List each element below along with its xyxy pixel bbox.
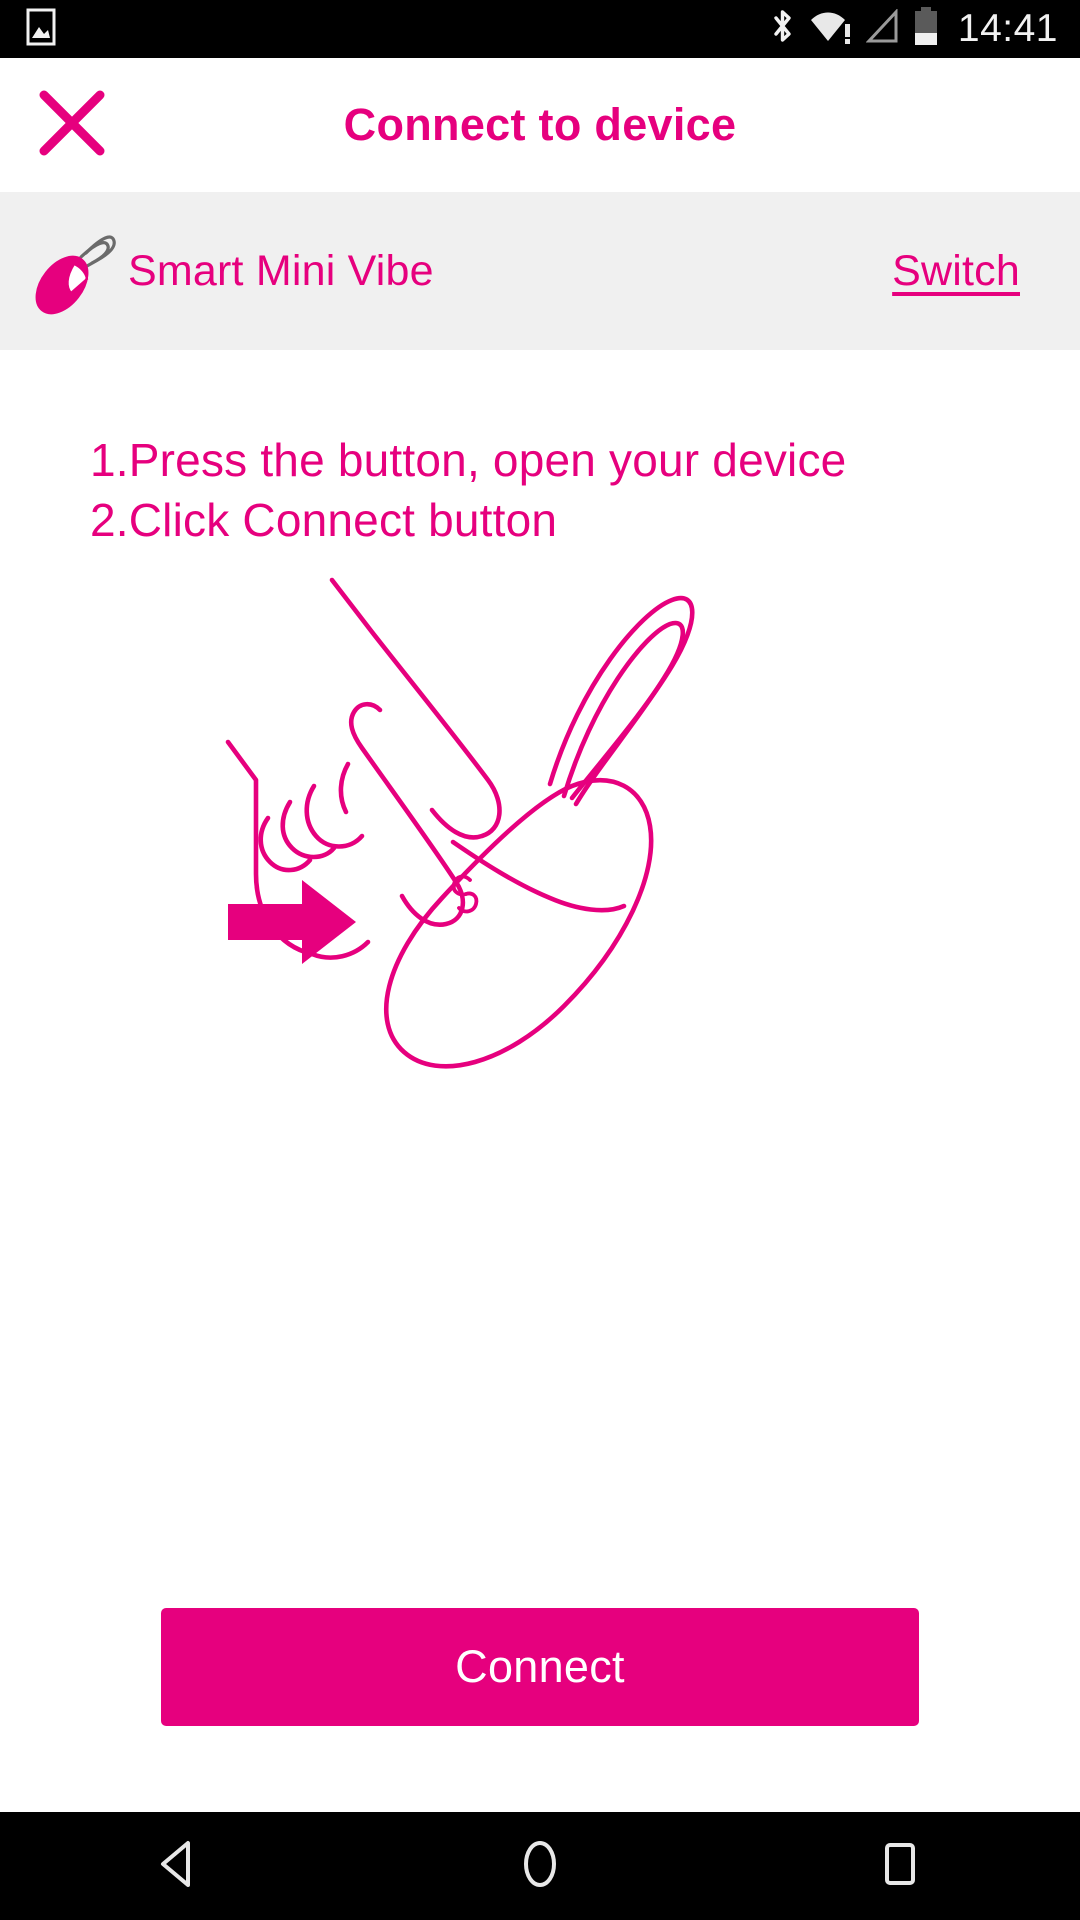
nav-recents-button[interactable]: [830, 1812, 970, 1920]
connect-button[interactable]: Connect: [161, 1608, 919, 1726]
nav-home-button[interactable]: [470, 1812, 610, 1920]
status-bar-clock: 14:41: [957, 7, 1058, 50]
title-bar: Connect to device: [0, 58, 1080, 192]
image-icon: [26, 8, 56, 51]
main-content: 1.Press the button, open your device 2.C…: [0, 350, 1080, 1812]
instruction-list: 1.Press the button, open your device 2.C…: [0, 430, 1080, 550]
back-triangle-icon: [154, 1838, 206, 1895]
status-bar-left-icons: [26, 8, 56, 51]
recents-square-icon: [874, 1838, 926, 1895]
press-button-illustration: [0, 574, 1080, 1114]
app-screen: 14:41 Connect to device Smart Mini Vibe …: [0, 0, 1080, 1920]
vibe-device-icon: [26, 219, 118, 323]
instruction-step-2: 2.Click Connect button: [90, 494, 558, 546]
footer-actions: Connect: [0, 1608, 1080, 1726]
battery-icon: [913, 6, 939, 52]
android-nav-bar: [0, 1812, 1080, 1920]
cellular-signal-icon: [865, 7, 900, 50]
close-icon: [35, 86, 109, 165]
home-circle-icon: [514, 1838, 566, 1895]
nav-back-button[interactable]: [110, 1812, 250, 1920]
status-bar: 14:41: [0, 0, 1080, 58]
wifi-warning-icon: [809, 8, 853, 51]
status-bar-right-icons: 14:41: [770, 6, 1058, 52]
device-name-label: Smart Mini Vibe: [128, 246, 434, 295]
right-arrow-icon: [228, 880, 356, 964]
page-title: Connect to device: [343, 99, 737, 150]
switch-device-link[interactable]: Switch: [892, 247, 1020, 296]
instruction-step-1: 1.Press the button, open your device: [90, 434, 847, 486]
close-button[interactable]: [30, 83, 114, 167]
selected-device-row[interactable]: Smart Mini Vibe Switch: [0, 192, 1080, 350]
bluetooth-icon: [770, 7, 796, 52]
